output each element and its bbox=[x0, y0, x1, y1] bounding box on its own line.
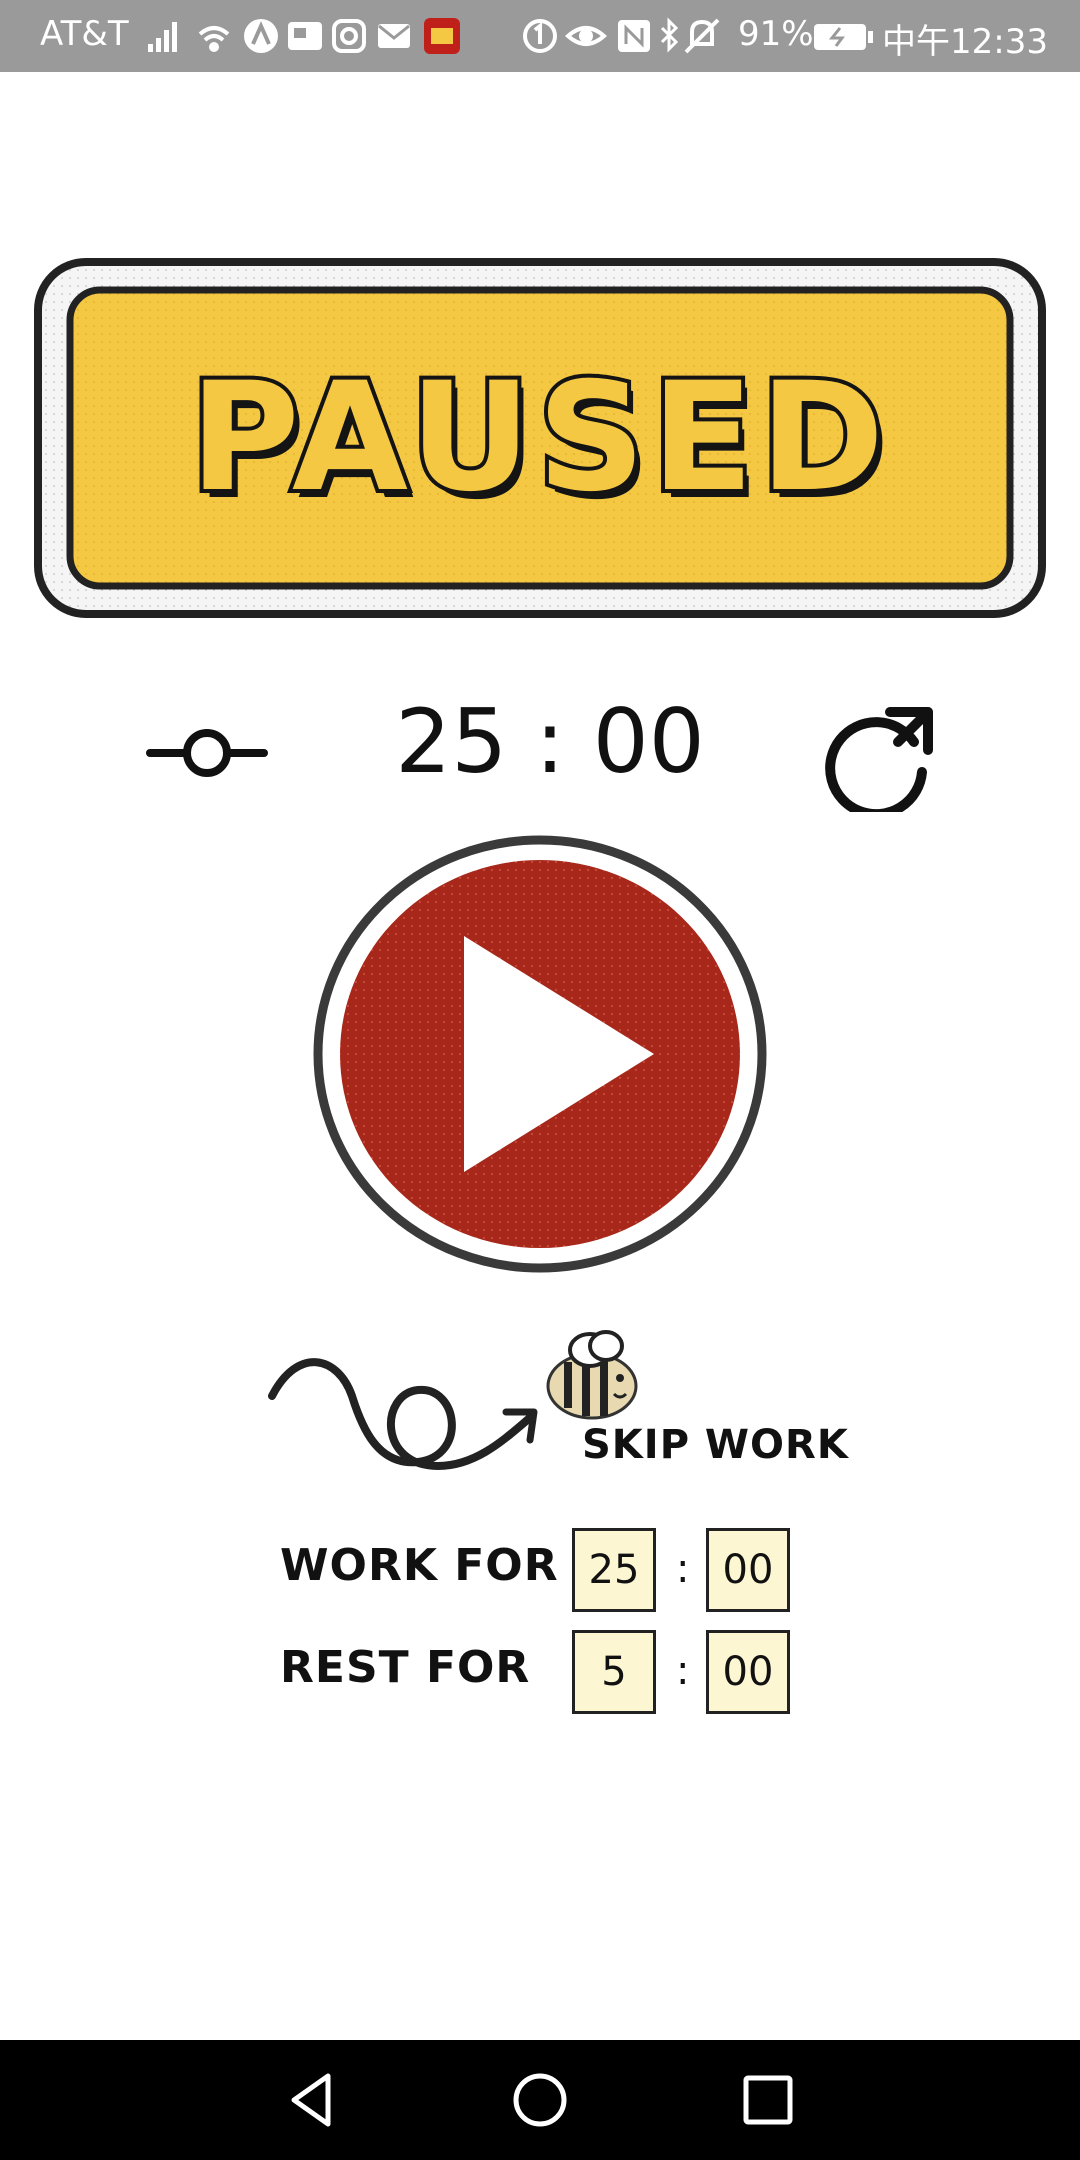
paused-title: PAUSED bbox=[186, 347, 891, 529]
battery-icon bbox=[814, 24, 873, 50]
clock: 中午12:33 bbox=[882, 22, 1048, 62]
app-notification-icon bbox=[244, 19, 278, 53]
system-icons bbox=[523, 17, 720, 54]
navigation-bar bbox=[0, 2040, 1080, 2160]
skip-work-label[interactable]: SKIP WORK bbox=[582, 1422, 849, 1468]
refresh-icon[interactable] bbox=[818, 702, 938, 812]
home-icon[interactable] bbox=[508, 2068, 572, 2132]
play-button[interactable] bbox=[312, 834, 768, 1274]
back-icon[interactable] bbox=[280, 2068, 344, 2132]
instagram-icon bbox=[332, 19, 366, 53]
nfc-icon bbox=[618, 20, 650, 52]
work-for-label: WORK FOR bbox=[280, 1540, 559, 1591]
wifi-icon bbox=[198, 26, 230, 52]
bluetooth-icon bbox=[660, 17, 679, 53]
battery-percent: 91% bbox=[738, 14, 814, 54]
data-saver-icon bbox=[523, 19, 557, 53]
recents-icon[interactable] bbox=[736, 2068, 800, 2132]
eye-icon bbox=[564, 26, 608, 46]
work-separator: : bbox=[676, 1546, 690, 1592]
rest-separator: : bbox=[676, 1648, 690, 1694]
rest-for-label: REST FOR bbox=[280, 1642, 531, 1693]
signal-icon bbox=[148, 22, 177, 52]
app-icon bbox=[424, 18, 460, 54]
rest-seconds-input[interactable]: 00 bbox=[706, 1630, 790, 1714]
status-bar: AT&T 91% 中午12:33 bbox=[0, 0, 1080, 72]
mail-icon bbox=[378, 24, 410, 48]
work-seconds-input[interactable]: 00 bbox=[706, 1528, 790, 1612]
notification-icons bbox=[148, 18, 460, 54]
timer-display: 25 : 00 bbox=[395, 690, 705, 793]
rest-minutes-input[interactable]: 5 bbox=[572, 1630, 656, 1714]
photo-notification-icon bbox=[288, 22, 322, 50]
work-minutes-input[interactable]: 25 bbox=[572, 1528, 656, 1612]
mute-icon bbox=[684, 18, 720, 54]
slider-icon[interactable] bbox=[146, 722, 268, 784]
bee-icon bbox=[546, 1330, 638, 1420]
carrier-name: AT&T bbox=[40, 14, 129, 54]
